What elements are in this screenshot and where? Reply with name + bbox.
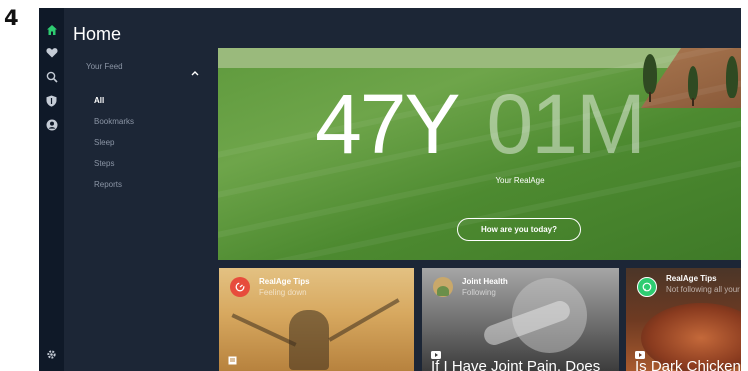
realage-value: 47Y 01M [218,76,741,172]
realage-hero: 47Y 01M Your RealAge How are you today? [218,48,741,260]
heart-icon[interactable] [45,46,58,59]
nav-item-steps[interactable]: Steps [94,159,114,168]
app-window: Home Your Feed All Bookmarks Sleep Steps… [39,8,741,371]
icon-rail [39,8,64,371]
search-icon[interactable] [45,70,58,83]
nav-item-bookmarks[interactable]: Bookmarks [94,117,134,126]
card-subtitle: Not following all your [666,285,740,294]
nav-item-sleep[interactable]: Sleep [94,138,114,147]
card-category: Joint Health [462,277,508,286]
profile-icon[interactable] [45,118,58,131]
feed-card[interactable]: RealAge Tips Not following all your Is D… [626,268,741,371]
age-years: 47Y [315,77,460,171]
feed-card[interactable]: RealAge Tips Feeling down [219,268,414,371]
card-subtitle: Following [462,288,496,297]
thumbnail-icon [433,277,453,297]
card-subtitle: Feeling down [259,288,307,297]
realage-icon [230,277,250,297]
shield-icon[interactable] [45,94,58,107]
gear-icon[interactable] [46,349,57,360]
card-category: RealAge Tips [259,277,310,286]
realage-label: Your RealAge [495,176,545,185]
step-number: 4 [4,6,19,30]
person-silhouette [289,310,329,370]
age-months: 01M [486,77,646,171]
chat-icon [637,277,657,297]
card-headline[interactable]: If I Have Joint Pain, Does [431,358,600,371]
page-title: Home [73,24,122,44]
how-are-you-button[interactable]: How are you today? [457,218,581,241]
home-icon[interactable] [45,23,58,36]
feed-card[interactable]: Joint Health Following If I Have Joint P… [422,268,619,371]
nav-item-all[interactable]: All [94,96,104,105]
card-category: RealAge Tips [666,274,717,283]
arm-silhouette [231,313,297,347]
feed-heading[interactable]: Your Feed [86,62,123,71]
article-icon [228,352,237,370]
nav-item-reports[interactable]: Reports [94,180,122,189]
chevron-up-icon[interactable] [191,63,199,81]
card-headline[interactable]: Is Dark Chicken M [635,358,741,371]
arm-silhouette [328,298,400,342]
